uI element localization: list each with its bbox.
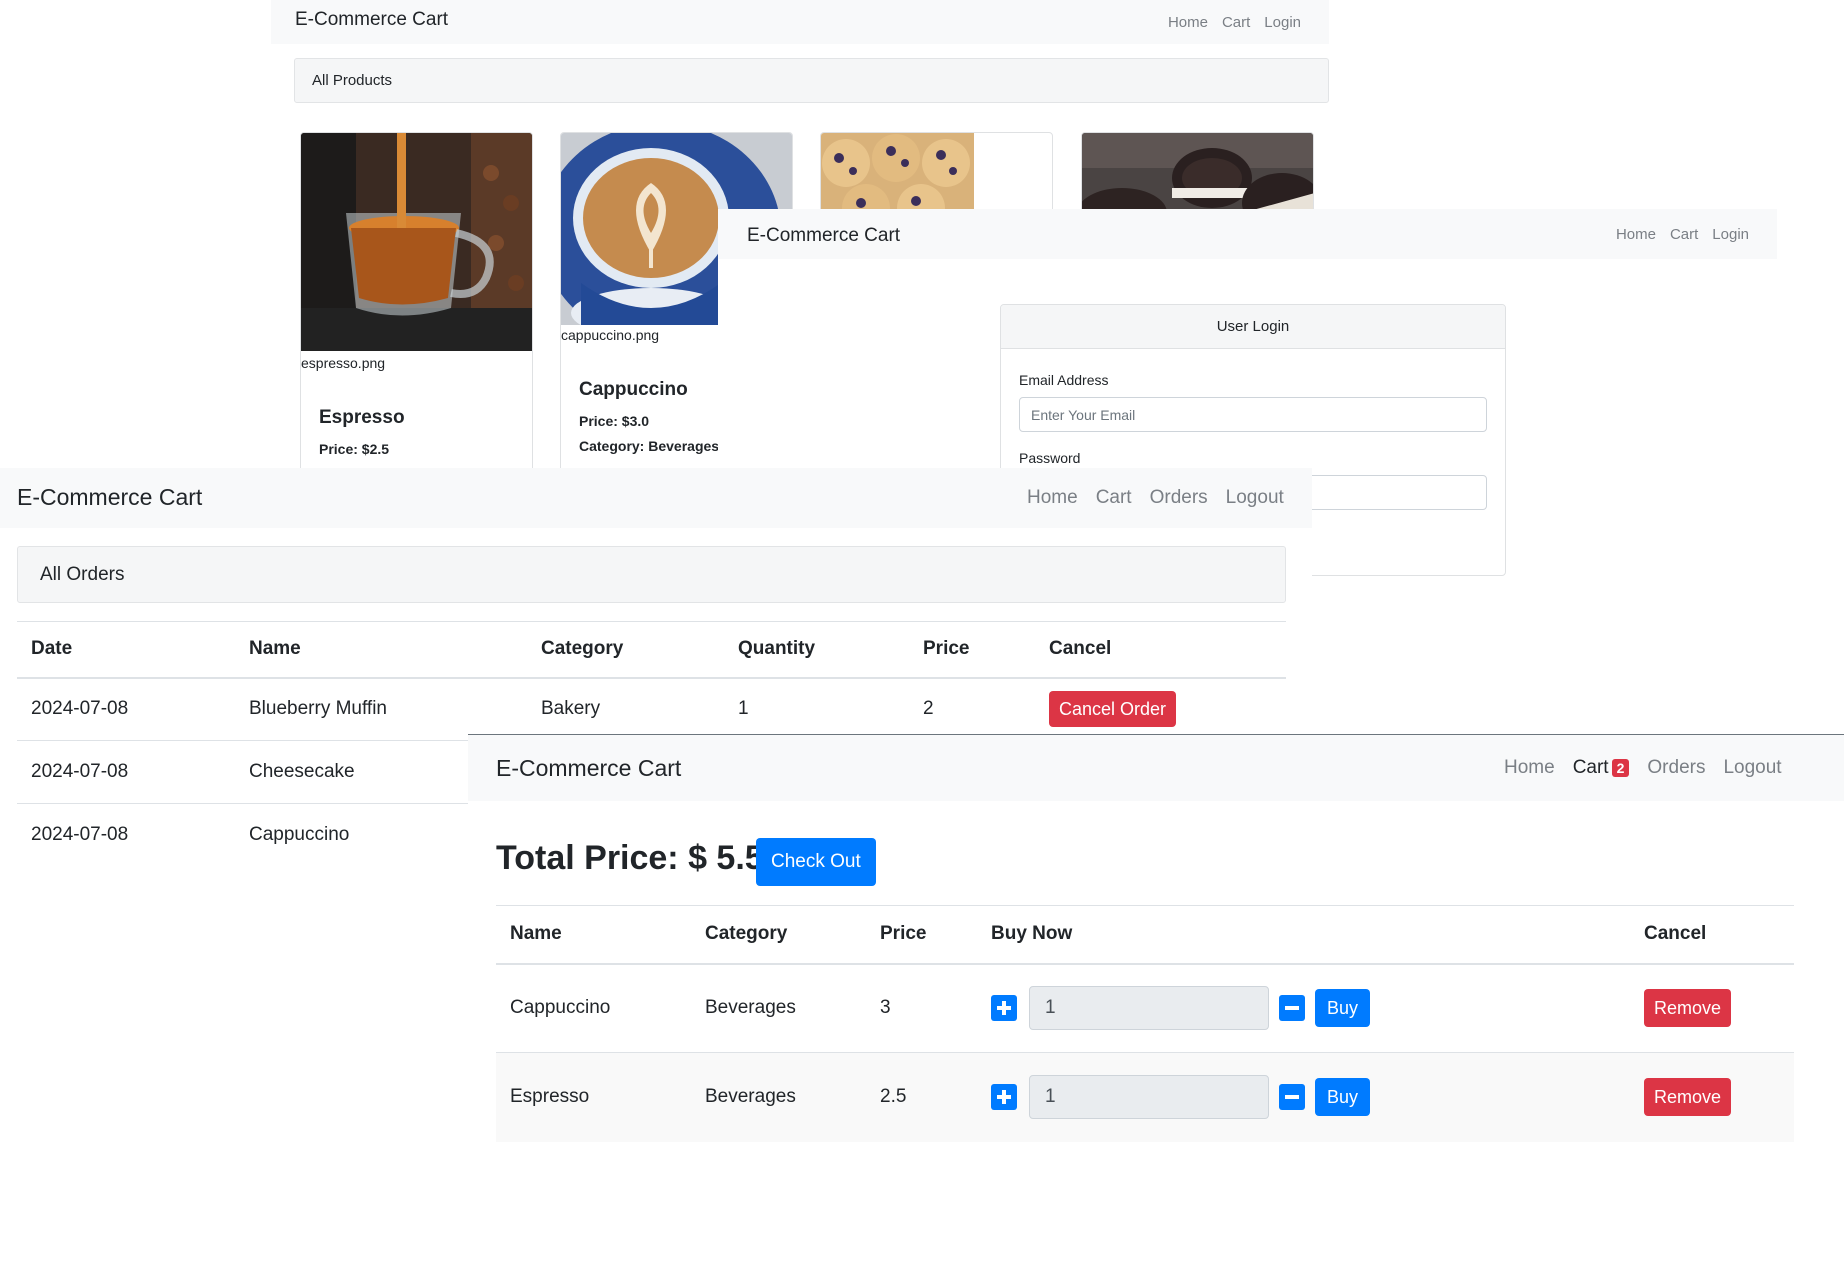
table-row: Cappuccino Beverages 3 Buy Re: [496, 963, 1794, 1053]
nav-orders[interactable]: Orders: [1647, 757, 1705, 779]
remove-cell: Remove: [1630, 1052, 1794, 1142]
table-row: Espresso Beverages 2.5 Buy Re: [496, 1052, 1794, 1142]
image-caption: cappuccino.png: [561, 327, 660, 343]
image-caption: espresso.png: [301, 355, 386, 371]
password-label: Password: [1019, 450, 1081, 466]
nav-home[interactable]: Home: [1616, 226, 1656, 243]
nav-cart[interactable]: Cart 2: [1573, 757, 1630, 779]
column-header-cancel: Cancel: [1630, 905, 1794, 965]
nav-links: Home Cart Login: [1154, 0, 1301, 44]
item-name: Cappuccino: [496, 963, 691, 1053]
navbar: E-Commerce Cart Home Cart 2 Orders Logou…: [468, 735, 1844, 801]
plus-icon[interactable]: [991, 1084, 1017, 1111]
nav-login[interactable]: Login: [1712, 226, 1749, 243]
order-date: 2024-07-08: [17, 677, 235, 741]
item-category: Beverages: [691, 963, 866, 1053]
order-date: 2024-07-08: [17, 803, 235, 867]
email-field[interactable]: [1019, 397, 1487, 432]
order-date: 2024-07-08: [17, 740, 235, 804]
column-header-name: Name: [235, 621, 527, 679]
item-name: Espresso: [496, 1052, 691, 1142]
navbar: E-Commerce Cart Home Cart Orders Logout: [0, 468, 1312, 528]
quantity-input[interactable]: [1029, 986, 1269, 1031]
column-header-date: Date: [17, 621, 235, 679]
nav-links: Home Cart 2 Orders Logout: [1504, 735, 1800, 801]
page-header: All Products: [294, 58, 1329, 103]
nav-cart[interactable]: Cart: [1670, 226, 1698, 243]
nav-home[interactable]: Home: [1027, 487, 1078, 509]
buy-button[interactable]: Buy: [1315, 989, 1371, 1028]
order-name: Blueberry Muffin: [235, 677, 527, 741]
quantity-input[interactable]: [1029, 1075, 1269, 1120]
cart-table: Name Category Price Buy Now Cancel Cappu…: [496, 905, 1794, 1142]
buy-now-cell: Buy: [977, 963, 1630, 1053]
product-price: Price: $3.0: [579, 413, 650, 429]
nav-cart-label: Cart: [1572, 757, 1609, 778]
nav-cart[interactable]: Cart: [1096, 487, 1132, 509]
column-header-buy-now: Buy Now: [977, 905, 1630, 965]
email-label: Email Address: [1019, 372, 1109, 388]
navbar: E-Commerce Cart Home Cart Login: [718, 209, 1777, 259]
cart-count-badge: 2: [1611, 759, 1630, 777]
nav-logout[interactable]: Logout: [1723, 757, 1781, 779]
product-price: Price: $2.5: [319, 441, 390, 457]
column-header-quantity: Quantity: [724, 621, 909, 679]
remove-cell: Remove: [1630, 963, 1794, 1053]
checkout-button[interactable]: Check Out: [756, 838, 876, 886]
column-header-category: Category: [691, 905, 866, 965]
minus-icon[interactable]: [1279, 1084, 1305, 1111]
product-name: Espresso: [319, 407, 405, 428]
nav-home[interactable]: Home: [1504, 757, 1555, 779]
order-category: Bakery: [527, 677, 724, 741]
order-price: 2: [909, 677, 1035, 741]
nav-logout[interactable]: Logout: [1226, 487, 1284, 509]
brand-link[interactable]: E-Commerce Cart: [496, 755, 681, 782]
plus-icon[interactable]: [991, 995, 1017, 1022]
column-header-category: Category: [527, 621, 724, 679]
item-price: 3: [866, 963, 977, 1053]
remove-button[interactable]: Remove: [1644, 1078, 1732, 1117]
brand-link[interactable]: E-Commerce Cart: [17, 484, 202, 511]
column-header-cancel: Cancel: [1035, 621, 1286, 679]
product-card-espresso[interactable]: espresso.png Espresso Price: $2.5: [300, 132, 533, 468]
brand-link[interactable]: E-Commerce Cart: [747, 225, 900, 247]
column-header-price: Price: [866, 905, 977, 965]
remove-button[interactable]: Remove: [1644, 989, 1732, 1028]
nav-links: Home Cart Login: [1602, 209, 1749, 259]
nav-links: Home Cart Orders Logout: [1027, 468, 1302, 528]
product-category: Category: Beverages: [579, 438, 720, 454]
buy-now-cell: Buy: [977, 1052, 1630, 1142]
minus-icon[interactable]: [1279, 995, 1305, 1022]
buy-button[interactable]: Buy: [1315, 1078, 1371, 1117]
espresso-image: [301, 133, 532, 351]
nav-home[interactable]: Home: [1168, 14, 1208, 31]
table-row: 2024-07-08 Blueberry Muffin Bakery 1 2 C…: [17, 677, 1286, 741]
nav-cart[interactable]: Cart: [1222, 14, 1250, 31]
product-name: Cappuccino: [579, 379, 688, 400]
navbar: E-Commerce Cart Home Cart Login: [271, 0, 1329, 44]
nav-login[interactable]: Login: [1264, 14, 1301, 31]
item-category: Beverages: [691, 1052, 866, 1142]
page-header: All Orders: [17, 546, 1286, 603]
quantity-stepper: Buy: [991, 986, 1616, 1031]
column-header-name: Name: [496, 905, 691, 965]
item-price: 2.5: [866, 1052, 977, 1142]
order-cancel-cell: Cancel Order: [1035, 677, 1286, 741]
brand-link[interactable]: E-Commerce Cart: [295, 9, 448, 31]
quantity-stepper: Buy: [991, 1075, 1616, 1120]
nav-orders[interactable]: Orders: [1150, 487, 1208, 509]
cart-page-screenshot: E-Commerce Cart Home Cart 2 Orders Logou…: [468, 734, 1844, 1184]
total-price: Total Price: $ 5.5: [496, 839, 764, 877]
cancel-order-button[interactable]: Cancel Order: [1049, 691, 1177, 728]
login-card-title: User Login: [1001, 305, 1505, 349]
order-quantity: 1: [724, 677, 909, 741]
column-header-price: Price: [909, 621, 1035, 679]
